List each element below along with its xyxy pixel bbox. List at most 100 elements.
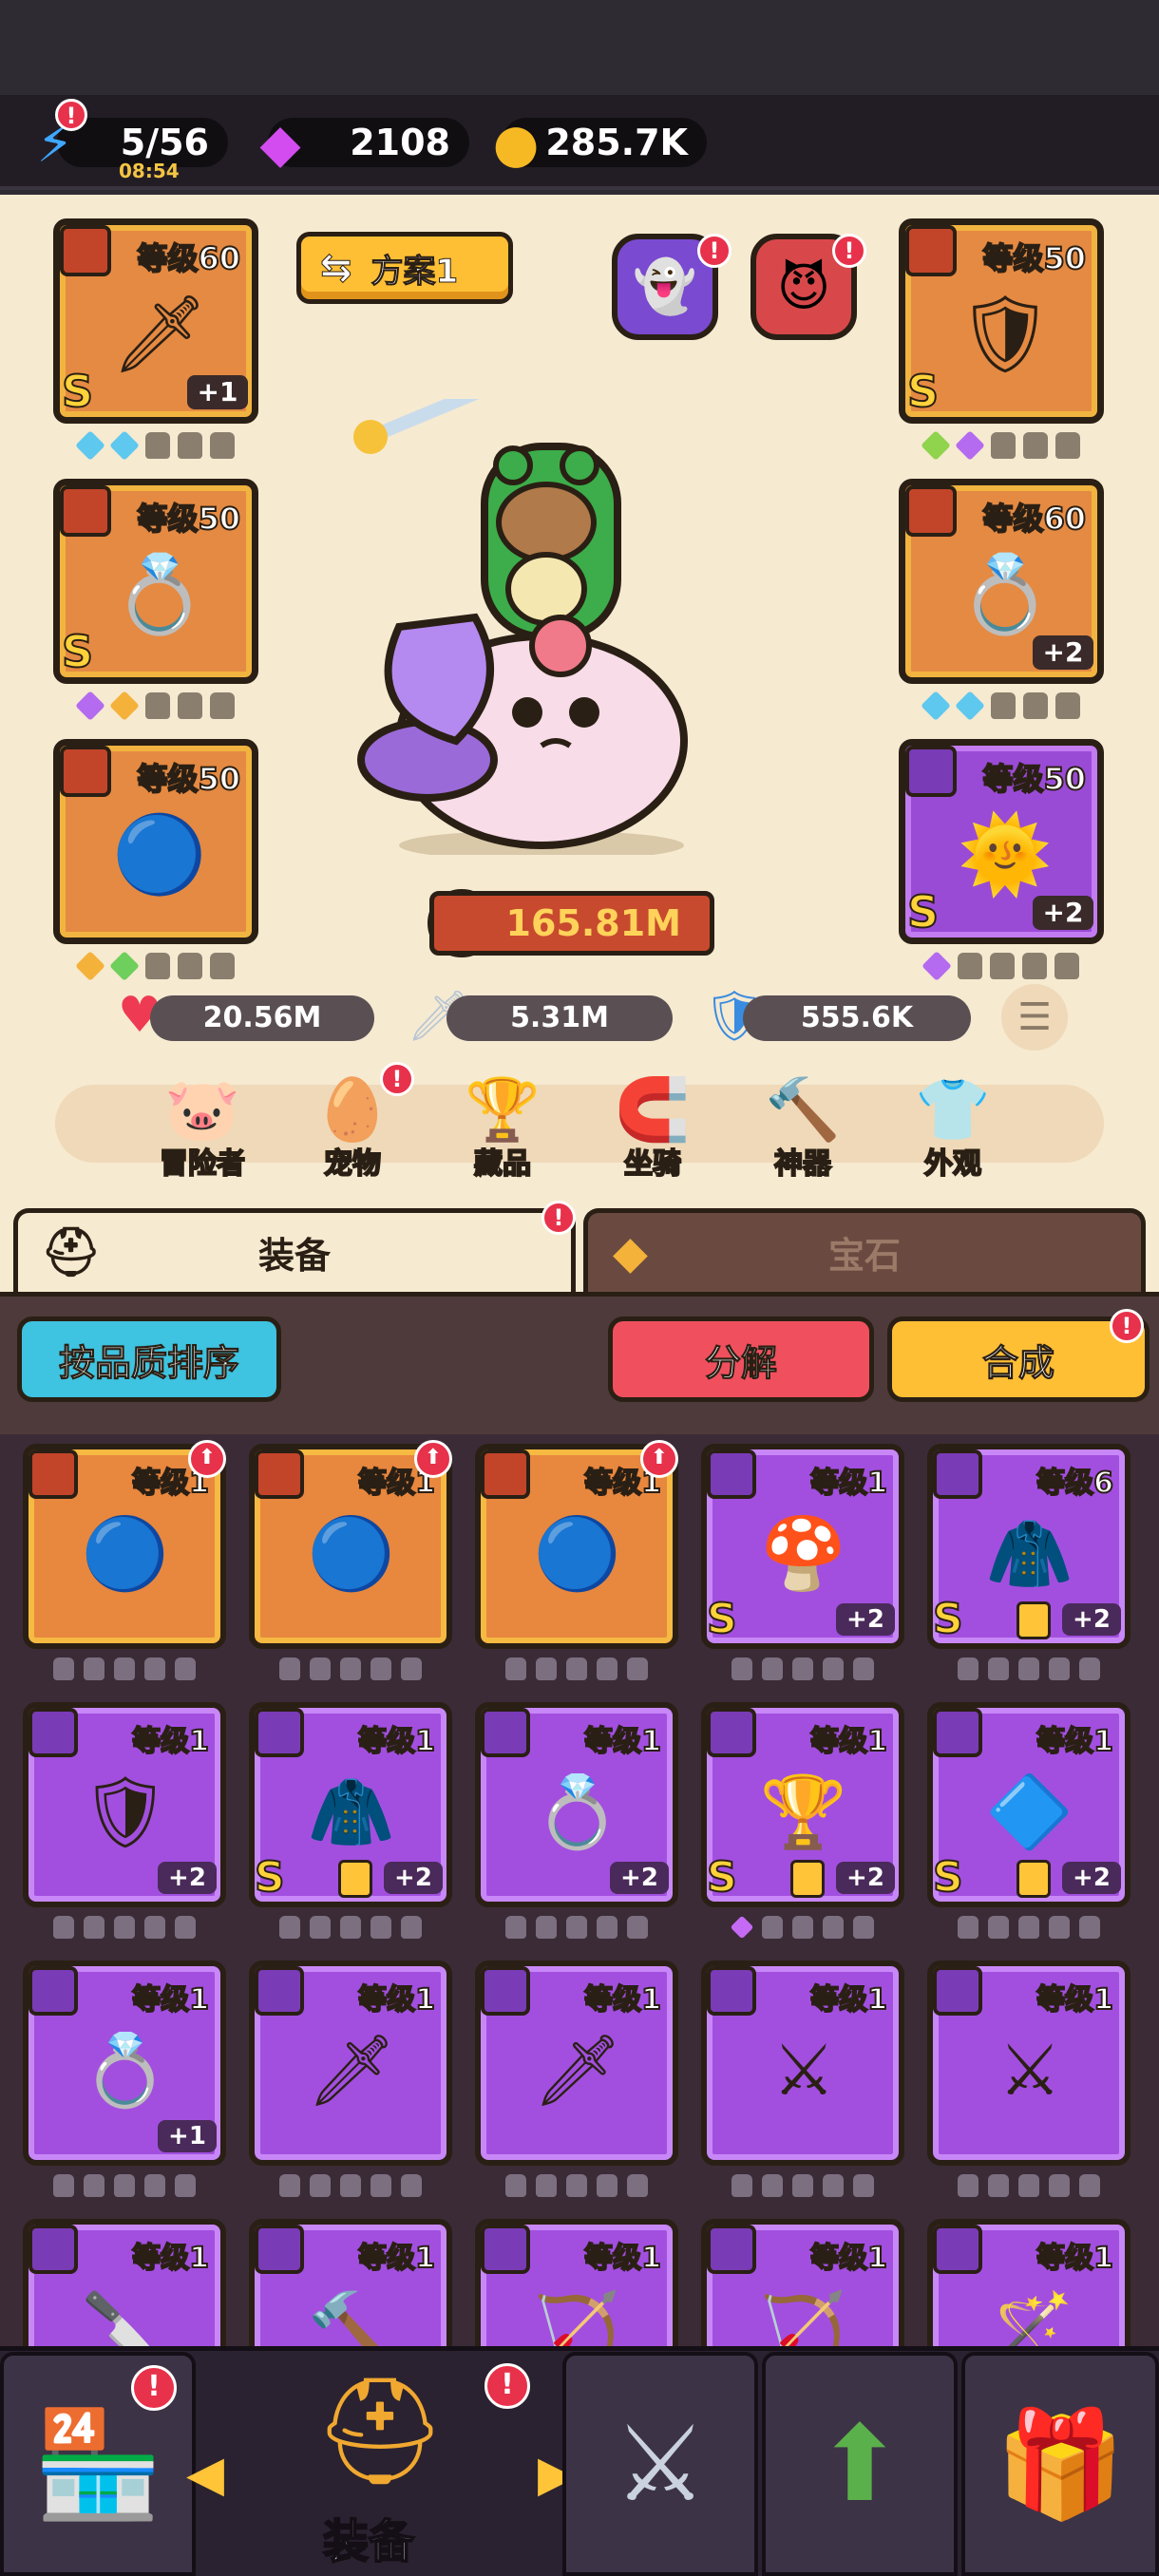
- socket-lock-icon: [1023, 432, 1048, 459]
- equipped-slot-left-1[interactable]: 等级60 🗡 S +1: [53, 218, 258, 424]
- item-level: 等级1: [809, 1982, 888, 2017]
- inventory-item[interactable]: 等级1 🔪: [23, 2219, 226, 2346]
- item-art-icon: 🔵: [307, 1512, 396, 1595]
- item-level: 等级1: [1036, 1982, 1114, 2017]
- inventory-item[interactable]: 等级1 🛡 +2: [23, 1702, 226, 1907]
- tab-equipment[interactable]: ⛑ 装备: [13, 1208, 576, 1292]
- socket-lock-icon: [505, 2174, 526, 2197]
- socket-lock-icon: [210, 692, 235, 719]
- menu-appearance-outfit[interactable]: 👕 外观: [891, 1062, 1015, 1183]
- sort-by-quality-button[interactable]: 按品质排序: [17, 1316, 281, 1402]
- tab-equipment-label: 装备: [257, 1235, 331, 1277]
- inventory-item[interactable]: 等级1 🏹: [701, 2219, 904, 2346]
- item-gem-sockets: [475, 1655, 678, 1683]
- item-type-tag: [28, 1708, 78, 1757]
- plan-switch-button[interactable]: ⇆ 方案1: [296, 232, 513, 304]
- socket-lock-icon: [597, 2174, 618, 2197]
- socket-lock-icon: [597, 1916, 618, 1939]
- dark-armor-icon: 🛡: [957, 290, 1054, 378]
- slot-level: 等级60: [136, 239, 241, 277]
- inventory-item[interactable]: 等级1 💍 +1: [23, 1960, 226, 2166]
- menu-label: 冒险者: [159, 1146, 246, 1182]
- menu-adventurer[interactable]: 🐷 冒险者: [141, 1062, 264, 1183]
- defense-stat: 555.6K: [743, 995, 971, 1041]
- socket-lock-icon: [597, 1657, 618, 1680]
- socket-lock-icon: [566, 2174, 587, 2197]
- slot-type-tag: [905, 485, 957, 537]
- socket-lock-icon: [370, 1657, 391, 1680]
- socket-lock-icon: [823, 2174, 844, 2197]
- inventory-item[interactable]: 等级1 🧥 S +2: [249, 1702, 452, 1907]
- item-level: 等级1: [357, 1982, 436, 2017]
- socket-lock-icon: [144, 1657, 165, 1680]
- socket-lock-icon: [1054, 953, 1079, 979]
- socket-lock-icon: [210, 953, 235, 979]
- slot-level: 等级50: [136, 760, 241, 798]
- inventory-item[interactable]: 等级1 🗡: [249, 1960, 452, 2166]
- socket-gem: [922, 951, 952, 981]
- gold-value: 285.7K: [545, 122, 688, 163]
- purple-gem-icon: ◆: [259, 112, 301, 175]
- socket-lock-icon: [370, 1916, 391, 1939]
- item-gem-sockets: [701, 2171, 904, 2200]
- gem-sockets: [899, 429, 1104, 462]
- game-screen: 5/56 ⚡ ! 08:54 2108 ◆ 285.7K ● ⇆ 方案1 👻 !…: [0, 0, 1159, 2576]
- inventory-item[interactable]: 等级1 🔵 ⬆: [23, 1440, 226, 1649]
- energy-alert-badge: !: [55, 99, 87, 131]
- equipped-slot-left-3[interactable]: 等级50 🔵: [53, 739, 258, 944]
- inventory-item[interactable]: 等级1 ⚔: [701, 1960, 904, 2166]
- equipped-slot-right-3[interactable]: 等级50 🌞 S +2: [899, 739, 1104, 944]
- socket-lock-icon: [53, 1916, 74, 1939]
- battle-nav-button[interactable]: ⚔: [562, 2352, 758, 2576]
- socket-lock-icon: [958, 1657, 978, 1680]
- hero-character: [353, 399, 688, 855]
- inventory-item[interactable]: 等级1 🍄 S +2: [701, 1444, 904, 1649]
- menu-label: 坐骑: [623, 1146, 682, 1182]
- stats-detail-icon[interactable]: ☰: [1001, 984, 1068, 1051]
- inventory-item[interactable]: 等级1 🔵 ⬆: [475, 1440, 678, 1649]
- inventory-item[interactable]: 等级1 🏆 S +2: [701, 1702, 904, 1907]
- inventory-item[interactable]: 等级1 🏹: [475, 2219, 678, 2346]
- socket-lock-icon: [988, 1916, 1009, 1939]
- socket-lock-icon: [566, 1916, 587, 1939]
- equipped-slot-right-2[interactable]: 等级60 💍 +2: [899, 479, 1104, 684]
- socket-lock-icon: [84, 2174, 104, 2197]
- equipped-slot-left-2[interactable]: 等级50 💍 S: [53, 479, 258, 684]
- socket-gem: [921, 691, 951, 721]
- socket-lock-icon: [175, 1916, 196, 1939]
- socket-lock-icon: [990, 953, 1015, 979]
- tab-gems[interactable]: ◆ 宝石: [583, 1208, 1146, 1292]
- item-gem-sockets: [23, 1913, 226, 1941]
- socket-lock-icon: [178, 692, 202, 719]
- merge-alert-badge: !: [1110, 1309, 1144, 1343]
- socket-lock-icon: [340, 1657, 361, 1680]
- treasure-nav-button[interactable]: 🎁: [961, 2352, 1159, 2576]
- plan-label: 方案1: [370, 252, 459, 291]
- socket-lock-icon: [1018, 1657, 1039, 1680]
- equipped-slot-right-1[interactable]: 等级50 🛡 S: [899, 218, 1104, 424]
- inventory-item[interactable]: 等级1 💍 +2: [475, 1702, 678, 1907]
- socket-lock-icon: [53, 1657, 74, 1680]
- inventory-item[interactable]: 等级1 🔷 S +2: [927, 1702, 1130, 1907]
- socket-gem: [109, 691, 140, 721]
- socket-lock-icon: [178, 432, 202, 459]
- menu-collection-trophy[interactable]: 🏆 藏品: [441, 1062, 564, 1183]
- inventory-item[interactable]: 等级1 🗡: [475, 1960, 678, 2166]
- item-level: 等级1: [357, 2241, 436, 2276]
- upgrade-nav-button[interactable]: ⬆: [762, 2352, 958, 2576]
- inventory-item[interactable]: 等级6 🧥 S +2: [927, 1444, 1130, 1649]
- item-art-icon: 🔨: [307, 2287, 396, 2347]
- inventory-grid: 等级1 🔵 ⬆ 等级1 🔵 ⬆ 等级1 🔵 ⬆ 等级1 🍄 S +2 等级6 🧥 S +2 等级1 🛡 +2 等级1 🧥 S…: [0, 1434, 1159, 2346]
- menu-mount-horseshoe[interactable]: 🧲 坐骑: [591, 1062, 714, 1183]
- item-art-icon: 🏆: [759, 1771, 848, 1853]
- decompose-button[interactable]: 分解: [608, 1316, 874, 1402]
- upgrade-arrow-icon: ⬆: [414, 1440, 452, 1478]
- plus-level: +1: [158, 2120, 217, 2152]
- inventory-item[interactable]: 等级1 🔵 ⬆: [249, 1440, 452, 1649]
- inventory-item[interactable]: 等级1 ⚔: [927, 1960, 1130, 2166]
- inventory-item[interactable]: 等级1 🔨: [249, 2219, 452, 2346]
- inventory-item[interactable]: 等级1 🪄: [927, 2219, 1130, 2346]
- menu-artifact-hammer[interactable]: 🔨 神器: [741, 1062, 864, 1183]
- item-gem-sockets: [249, 1913, 452, 1941]
- socket-gem: [921, 430, 951, 461]
